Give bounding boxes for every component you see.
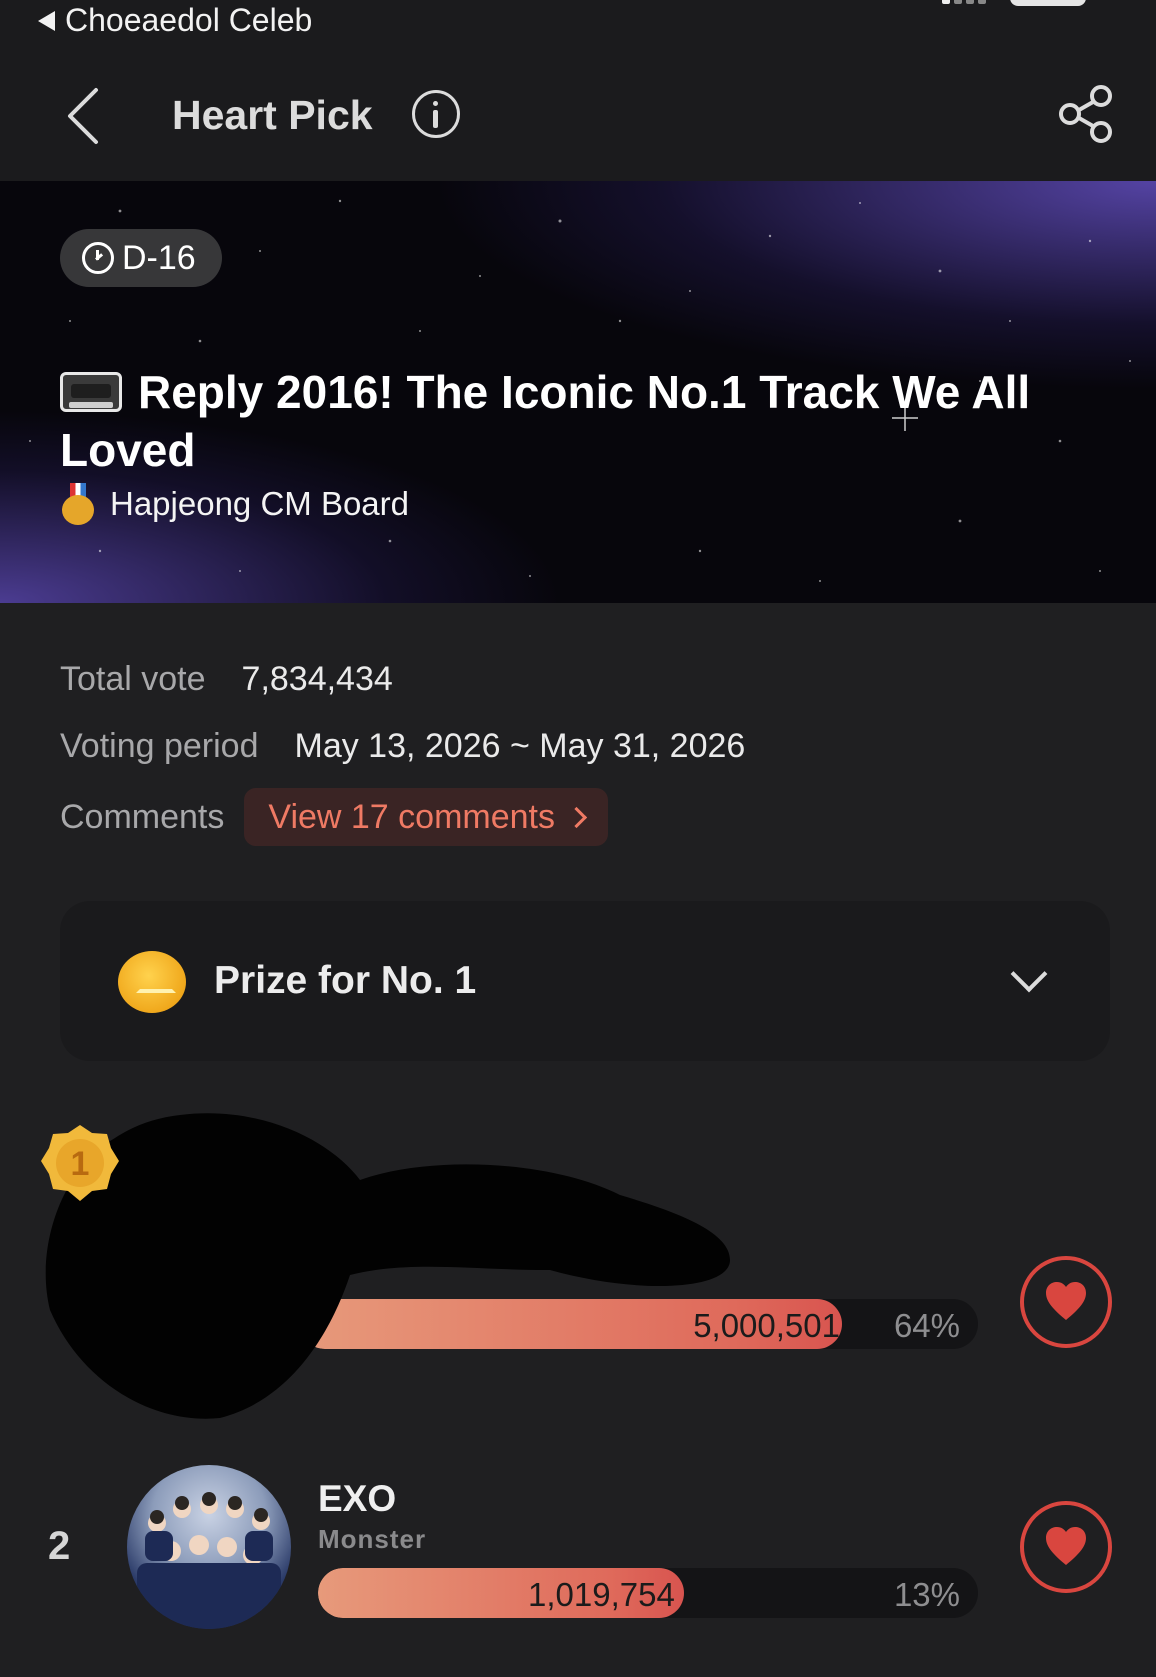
cassette-tape-icon: [60, 372, 122, 412]
share-icon: [1059, 85, 1112, 143]
heart-icon: [1046, 1282, 1086, 1320]
song-name: Monster: [318, 1524, 427, 1554]
back-to-app-label: Choeaedol Celeb: [65, 2, 313, 38]
event-subtitle-text: Hapjeong CM Board: [110, 485, 409, 522]
view-comments-button[interactable]: View 17 comments: [244, 788, 608, 846]
comments-row: Comments View 17 comments: [60, 788, 608, 846]
vote-percent: 13%: [893, 1576, 960, 1613]
status-icons: [942, 0, 1086, 6]
share-button[interactable]: [1056, 84, 1116, 144]
vote-percent: 64%: [893, 1307, 960, 1344]
vote-count: 1,019,754: [528, 1576, 675, 1613]
signal-icon: [942, 0, 986, 4]
dday-label: D-16: [122, 238, 196, 277]
voting-period-row: Voting period May 13, 2026 ~ May 31, 202…: [60, 727, 745, 766]
event-banner: D-16 Reply 2016! The Iconic No.1 Track W…: [0, 181, 1156, 603]
coin-crown-icon: [118, 951, 186, 1013]
back-to-app-link[interactable]: Choeaedol Celeb: [38, 2, 312, 39]
battery-icon: [1010, 0, 1086, 6]
clock-icon: [82, 242, 114, 274]
gold-rank-badge-icon: 1: [41, 1125, 119, 1201]
event-subtitle: Hapjeong CM Board: [60, 483, 409, 525]
page-title: Heart Pick: [172, 92, 373, 138]
chevron-left-icon: [68, 88, 98, 144]
total-vote-value: 7,834,434: [241, 660, 393, 698]
artist-name: EXO: [318, 1478, 397, 1519]
vote-heart-button-1[interactable]: [1020, 1256, 1112, 1348]
group-photo-image: [137, 1492, 281, 1629]
back-triangle-icon: [38, 10, 55, 31]
vote-bar-track: 1,019,754 13%: [318, 1568, 978, 1618]
comments-label: Comments: [60, 797, 225, 836]
top-nav-bar: Heart Pick: [0, 44, 1156, 181]
back-button[interactable]: [64, 86, 104, 146]
info-button[interactable]: [412, 90, 460, 138]
rank-number: 2: [48, 1524, 71, 1568]
vote-heart-button-2[interactable]: [1020, 1501, 1112, 1593]
dday-badge: D-16: [60, 229, 222, 287]
event-title-text: Reply 2016! The Iconic No.1 Track We All…: [60, 366, 1031, 476]
view-comments-label: View 17 comments: [268, 797, 555, 836]
rank-1-number: 1: [71, 1145, 90, 1183]
chevron-down-icon: [1010, 955, 1048, 993]
voting-period-label: Voting period: [60, 727, 259, 765]
voting-period-value: May 13, 2026 ~ May 31, 2026: [294, 727, 746, 765]
event-title: Reply 2016! The Iconic No.1 Track We All…: [60, 363, 1060, 479]
total-vote-label: Total vote: [60, 660, 206, 698]
total-vote-row: Total vote 7,834,434: [60, 660, 393, 699]
status-bar: Choeaedol Celeb: [0, 0, 1156, 44]
redacted-area: [45, 1113, 731, 1419]
artist-avatar[interactable]: [127, 1465, 291, 1629]
prize-label: Prize for No. 1: [214, 959, 477, 1002]
medal-icon: [60, 483, 96, 525]
info-icon: [433, 101, 438, 106]
chevron-right-icon: [565, 806, 588, 828]
heart-icon: [1046, 1527, 1086, 1565]
prize-accordion[interactable]: Prize for No. 1: [60, 901, 1110, 1061]
